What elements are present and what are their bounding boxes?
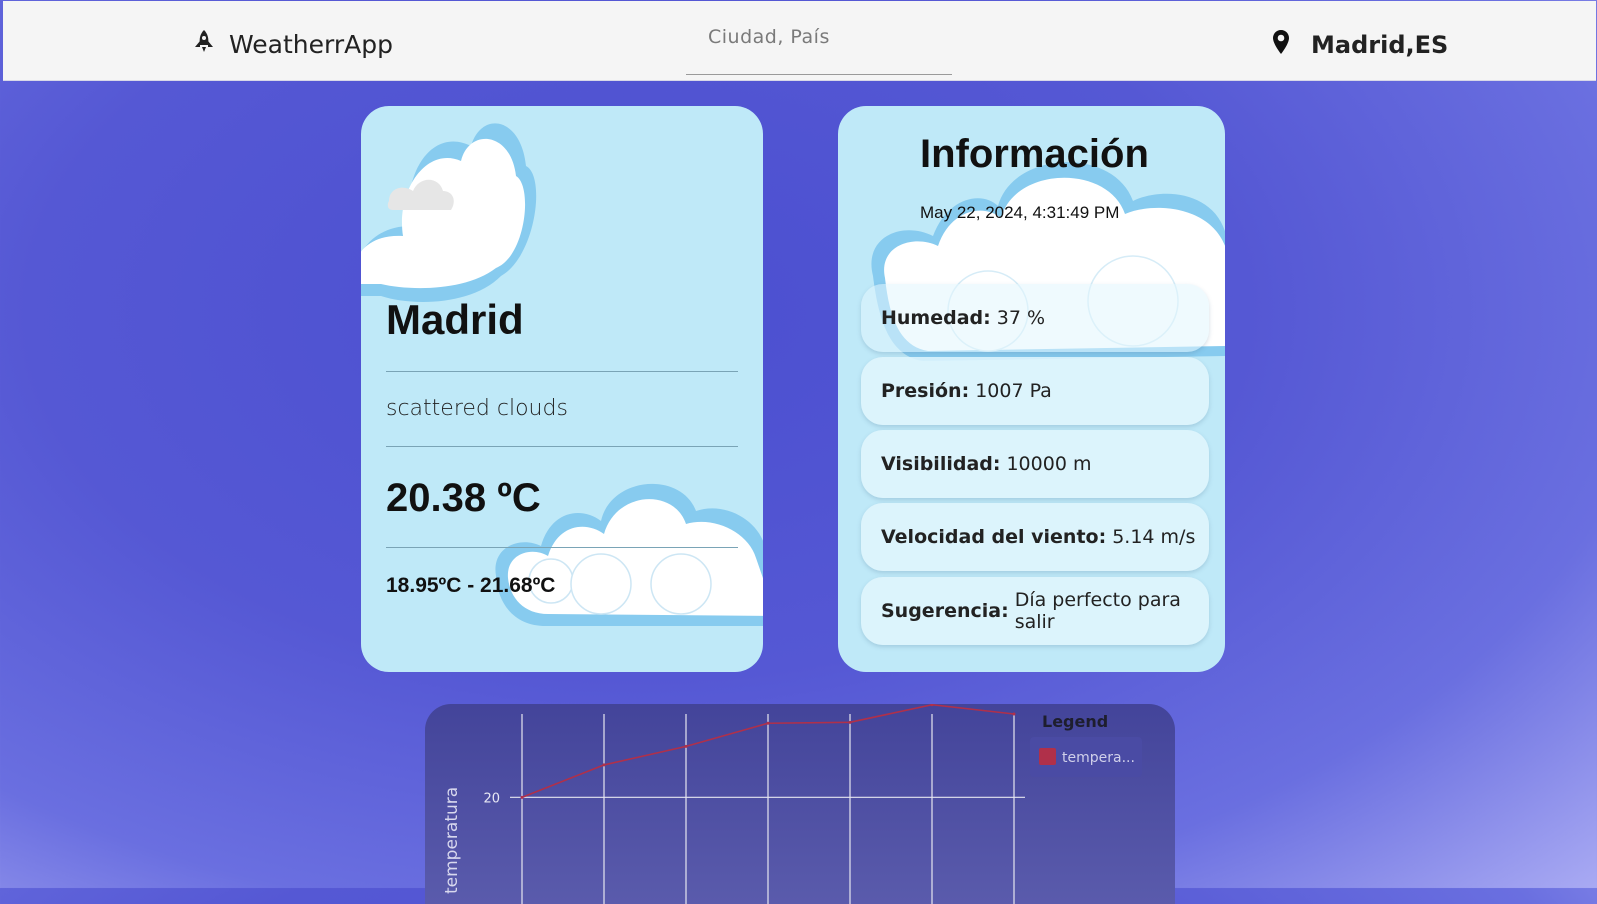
info-row-label: Presión: bbox=[881, 380, 970, 402]
location-label: Madrid,ES bbox=[1311, 30, 1449, 59]
info-row-suggestion: Sugerencia: Día perfecto para salir bbox=[861, 577, 1209, 645]
info-row-label: Velocidad del viento: bbox=[881, 526, 1107, 548]
y-axis-label: temperatura bbox=[442, 787, 462, 894]
divider bbox=[386, 371, 738, 372]
info-row-label: Sugerencia: bbox=[881, 600, 1009, 622]
city-name: Madrid bbox=[386, 296, 524, 343]
top-app-bar: WeatherrApp Madrid,ES bbox=[3, 1, 1596, 81]
rocket-icon bbox=[193, 29, 215, 60]
divider bbox=[386, 547, 738, 548]
data-point bbox=[684, 744, 688, 748]
y-tick-label: 20 bbox=[483, 791, 500, 806]
info-card: Información May 22, 2024, 4:31:49 PM Hum… bbox=[838, 106, 1225, 672]
info-row-humidity: Humedad: 37 % bbox=[861, 284, 1209, 352]
weather-card: Madrid scattered clouds 20.38 ºC 18.95ºC… bbox=[361, 106, 763, 672]
app-name: WeatherrApp bbox=[229, 30, 393, 59]
temperature-range: 18.95ºC - 21.68ºC bbox=[386, 574, 556, 597]
legend-title: Legend bbox=[1042, 712, 1108, 731]
data-point bbox=[520, 795, 524, 799]
info-row-wind-speed: Velocidad del viento: 5.14 m/s bbox=[861, 503, 1209, 571]
data-point bbox=[930, 704, 934, 707]
weather-description: scattered clouds bbox=[386, 396, 568, 421]
city-search-field[interactable] bbox=[686, 21, 952, 75]
info-row-value: 1007 Pa bbox=[975, 380, 1052, 402]
data-point bbox=[848, 720, 852, 724]
divider bbox=[386, 446, 738, 447]
legend-swatch bbox=[1039, 748, 1056, 765]
current-location[interactable]: Madrid,ES bbox=[1271, 29, 1448, 60]
current-temperature: 20.38 ºC bbox=[386, 476, 541, 520]
data-point bbox=[602, 763, 606, 767]
info-row-visibility: Visibilidad: 10000 m bbox=[861, 430, 1209, 498]
data-point bbox=[1012, 712, 1016, 716]
temperature-chart-panel: 20 temperatura Legend tempera... bbox=[425, 704, 1175, 904]
info-row-pressure: Presión: 1007 Pa bbox=[861, 357, 1209, 425]
info-row-label: Humedad: bbox=[881, 307, 991, 329]
legend-label: tempera... bbox=[1062, 750, 1135, 766]
info-title: Información bbox=[920, 132, 1149, 176]
temperature-line-chart: 20 temperatura Legend tempera... bbox=[442, 704, 1142, 904]
brand[interactable]: WeatherrApp bbox=[193, 29, 393, 60]
map-pin-icon bbox=[1271, 29, 1291, 60]
info-datetime: May 22, 2024, 4:31:49 PM bbox=[920, 203, 1120, 222]
data-point bbox=[766, 721, 770, 725]
info-row-value: 10000 m bbox=[1006, 453, 1092, 475]
info-row-value: 5.14 m/s bbox=[1112, 526, 1196, 548]
cloud-decoration bbox=[361, 123, 537, 302]
search-input[interactable] bbox=[706, 25, 950, 49]
info-row-label: Visibilidad: bbox=[881, 453, 1001, 475]
info-row-value: 37 % bbox=[996, 307, 1046, 329]
info-row-value: Día perfecto para salir bbox=[1014, 589, 1181, 633]
